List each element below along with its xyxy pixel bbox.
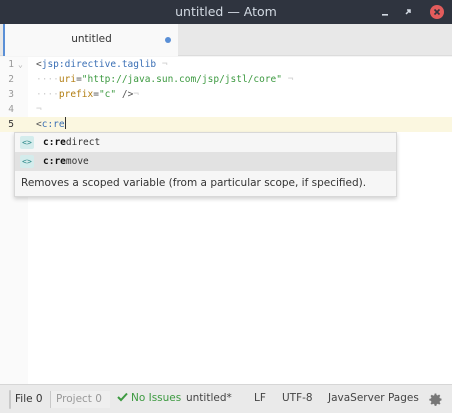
fold-chevron-icon[interactable]: ⌄ — [18, 57, 23, 72]
close-icon[interactable] — [430, 5, 444, 19]
issues-status[interactable]: No Issues — [117, 392, 181, 404]
encoding-selector[interactable]: UTF-8 — [282, 392, 313, 404]
code-token: jsp:directive. — [41, 59, 122, 70]
linter-tabs: File 0 Project 0 — [9, 390, 110, 409]
check-icon — [117, 392, 128, 402]
code-token: "http://java.sun.com/jsp/jstl/core" — [81, 74, 282, 85]
title-bar: untitled — Atom — [0, 0, 452, 24]
line-ending-selector[interactable]: LF — [254, 392, 266, 404]
modified-dot-icon[interactable] — [165, 37, 171, 43]
line-number: 2 — [8, 74, 14, 85]
issues-label: No Issues — [131, 392, 182, 404]
line-number: 5 — [8, 119, 14, 130]
code-text: ····uri="http://java.sun.com/jsp/jstl/co… — [36, 72, 293, 87]
snippet-icon: <> — [20, 136, 34, 149]
code-line[interactable]: 2 ····uri="http://java.sun.com/jsp/jstl/c… — [0, 72, 452, 87]
code-text: ····prefix="c" />¬ — [36, 87, 139, 102]
status-bar: File 0 Project 0 No Issues untitled* LF … — [0, 384, 452, 413]
code-token: "c" — [98, 89, 117, 100]
code-text: <jsp:directive.taglib ¬ — [36, 57, 168, 72]
line-number: 3 — [8, 89, 14, 100]
code-token: c:re — [41, 119, 65, 130]
project-issues-tab[interactable]: Project 0 — [50, 391, 110, 408]
code-text: ¬ — [36, 102, 42, 117]
gear-icon[interactable] — [428, 392, 443, 410]
code-line[interactable]: 5 <c:re — [0, 117, 452, 132]
text-editor[interactable]: 1 ⌄ <jsp:directive.taglib ¬ 2 ····uri="http:… — [0, 57, 452, 384]
code-line[interactable]: 3 ····prefix="c" />¬ — [0, 87, 452, 102]
code-token: taglib — [121, 59, 157, 70]
minimize-icon[interactable] — [378, 5, 392, 19]
line-number: 1 — [8, 59, 14, 70]
suggestion-text: c:redirect — [43, 137, 101, 148]
maximize-icon[interactable] — [401, 5, 415, 19]
tab-bar: untitled — [0, 24, 452, 56]
code-token: ¬ — [281, 74, 294, 85]
autocomplete-popup: <> c:redirect <> c:remove Removes a scop… — [14, 132, 397, 197]
code-line[interactable]: 1 ⌄ <jsp:directive.taglib ¬ — [0, 57, 452, 72]
code-token: /> — [116, 89, 134, 100]
tab-untitled[interactable]: untitled — [3, 24, 178, 56]
code-token: uri — [58, 74, 77, 85]
code-text: <c:re — [36, 117, 66, 132]
file-name[interactable]: untitled* — [186, 392, 232, 404]
code-token: ¬ — [156, 59, 168, 70]
code-token: ¬ — [133, 89, 140, 100]
code-token: ¬ — [36, 104, 42, 115]
file-issues-tab[interactable]: File 0 — [10, 391, 50, 408]
code-token: prefix — [58, 89, 94, 100]
suggestion-text: c:remove — [43, 156, 89, 167]
code-token: ···· — [36, 89, 59, 100]
autocomplete-item-redirect[interactable]: <> c:redirect — [15, 133, 396, 152]
line-number: 4 — [8, 104, 14, 115]
snippet-icon: <> — [20, 155, 34, 168]
code-line[interactable]: 4 ¬ — [0, 102, 452, 117]
code-token: ···· — [36, 74, 59, 85]
autocomplete-item-remove[interactable]: <> c:remove — [15, 152, 396, 171]
grammar-selector[interactable]: JavaServer Pages — [328, 392, 419, 404]
tab-label: untitled — [71, 33, 112, 45]
suggestion-description: Removes a scoped variable (from a partic… — [21, 177, 367, 189]
text-cursor — [64, 117, 66, 129]
